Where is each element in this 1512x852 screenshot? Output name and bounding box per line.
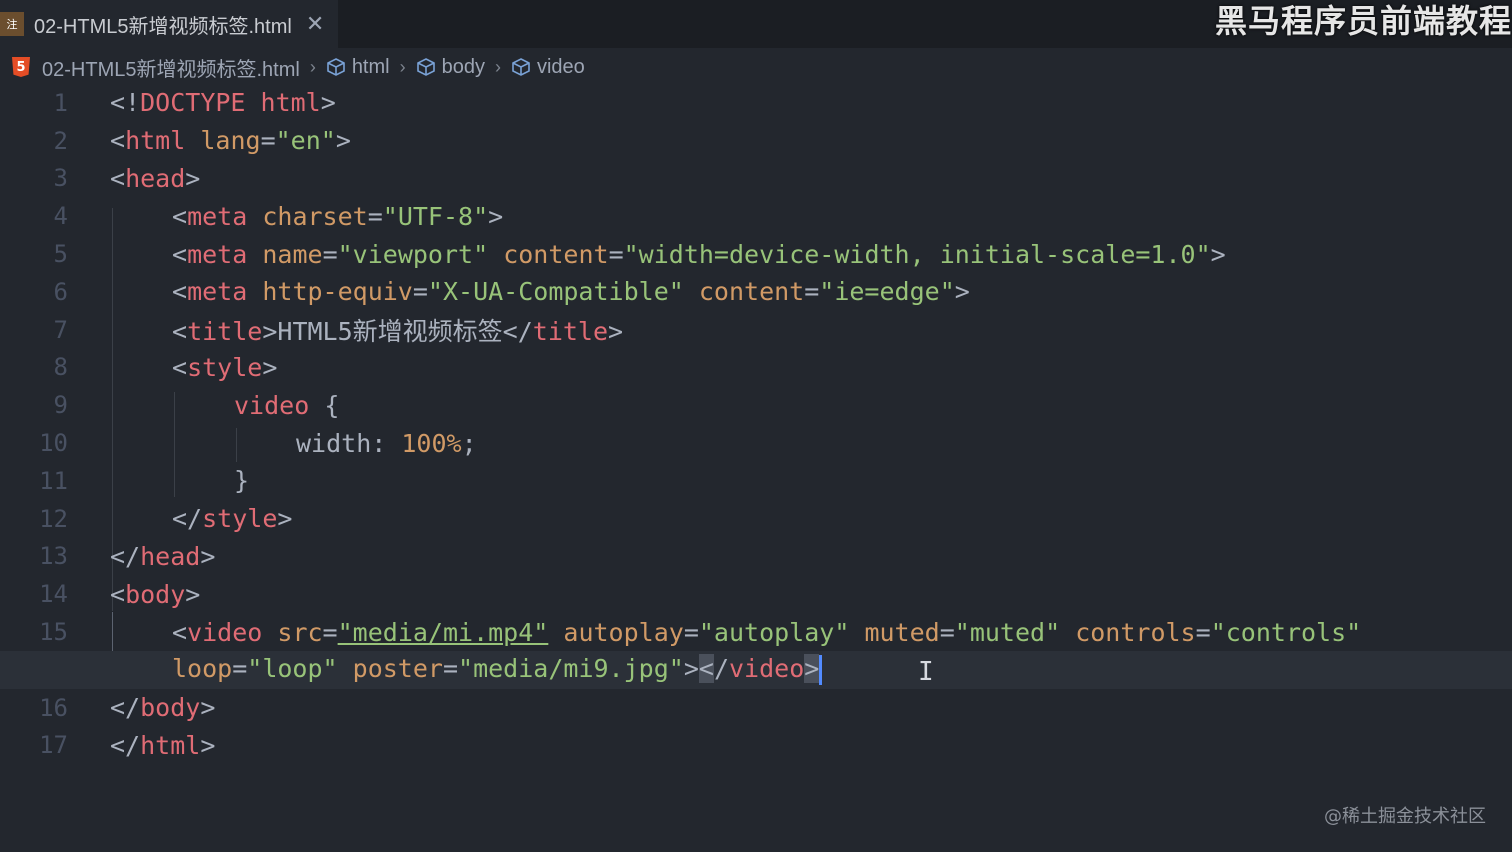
line-number: 12 <box>39 504 68 533</box>
code-line: 4 <meta charset="UTF-8"> <box>0 197 1512 235</box>
line-number: 11 <box>39 466 68 495</box>
site-watermark: @稀土掘金技术社区 <box>1324 806 1486 827</box>
close-icon[interactable]: ✕ <box>306 11 324 37</box>
line-number: 2 <box>53 126 68 155</box>
line-number: 13 <box>39 542 68 571</box>
code-line: 3 <head> <box>0 160 1512 198</box>
channel-watermark: 黑马程序员前端教程 <box>1214 2 1512 40</box>
mouse-ibeam-icon: I <box>918 657 934 687</box>
code-line: 5 <meta name="viewport" content="width=d… <box>0 235 1512 273</box>
line-number: 9 <box>53 391 68 420</box>
line-number: 6 <box>53 277 68 306</box>
code-line: 16 </body> <box>0 689 1512 727</box>
editor-tab[interactable]: 注 02-HTML5新增视频标签.html ✕ <box>0 0 338 48</box>
code-editor[interactable]: 1 <!DOCTYPE html> 2 <html lang="en"> 3 <… <box>0 84 1512 764</box>
text-cursor <box>819 655 823 686</box>
code-line: 14 <body> <box>0 575 1512 613</box>
line-number: 10 <box>39 429 68 458</box>
line-number: 17 <box>39 731 68 760</box>
code-line: 2 <html lang="en"> <box>0 122 1512 160</box>
line-number: 15 <box>39 618 68 647</box>
code-line: 13 </head> <box>0 538 1512 576</box>
line-number: 7 <box>53 315 68 344</box>
code-line: 12 </style> <box>0 500 1512 538</box>
html5-icon: 5 <box>12 57 30 77</box>
code-line: 15 <video src="media/mi.mp4" autoplay="a… <box>0 613 1512 651</box>
line-number: 8 <box>53 353 68 382</box>
cube-icon <box>416 58 435 76</box>
code-line: 7 <title>HTML5新增视频标签</title> <box>0 311 1512 349</box>
breadcrumb-html-label: html <box>351 55 390 78</box>
code-line: 10 width: 100%; <box>0 424 1512 462</box>
code-line: 9 video { <box>0 386 1512 424</box>
line-number: 1 <box>53 88 68 117</box>
code-line: 1 <!DOCTYPE html> <box>0 84 1512 122</box>
line-number: 5 <box>53 240 68 269</box>
breadcrumb-body[interactable]: body <box>416 56 485 79</box>
code-line: 6 <meta http-equiv="X-UA-Compatible" con… <box>0 273 1512 311</box>
line-number: 14 <box>39 580 68 609</box>
tab-filename: 02-HTML5新增视频标签.html <box>34 15 292 38</box>
chevron-right-icon: › <box>494 56 501 77</box>
breadcrumb-body-label: body <box>441 55 485 78</box>
chevron-right-icon: › <box>309 56 316 77</box>
chevron-right-icon: › <box>399 56 406 77</box>
breadcrumb-file[interactable]: 5 02-HTML5新增视频标签.html <box>0 53 300 82</box>
code-line: 17 </html> <box>0 727 1512 765</box>
line-number: 3 <box>53 164 68 193</box>
code-line: 11 } <box>0 462 1512 500</box>
breadcrumb-file-label: 02-HTML5新增视频标签.html <box>42 58 300 81</box>
breadcrumb-video[interactable]: video <box>511 56 585 79</box>
file-type-icon: 注 <box>0 12 24 36</box>
tab-bar: 注 02-HTML5新增视频标签.html ✕ 黑马程序员前端教程 <box>0 0 1512 48</box>
line-number: 4 <box>53 202 68 231</box>
breadcrumb-video-label: video <box>536 55 585 78</box>
code-line-active: loop="loop" poster="media/mi9.jpg"></vid… <box>0 650 1512 689</box>
cube-icon <box>512 58 530 76</box>
breadcrumb: 5 02-HTML5新增视频标签.html › html › body › vi… <box>0 48 1512 86</box>
line-number: 16 <box>39 693 68 722</box>
cube-icon <box>327 58 345 76</box>
code-line: 8 <style> <box>0 349 1512 387</box>
breadcrumb-html[interactable]: html <box>326 56 390 79</box>
